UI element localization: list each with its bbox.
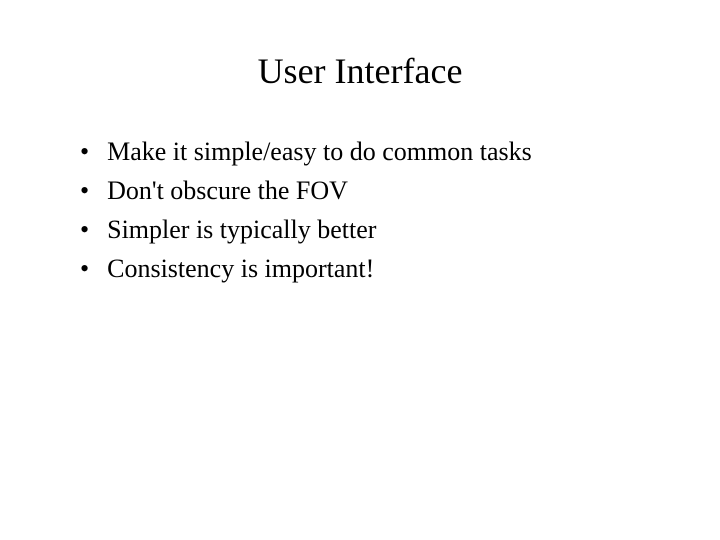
list-item: • Simpler is typically better — [80, 210, 660, 249]
bullet-icon: • — [80, 171, 89, 210]
slide-title: User Interface — [60, 50, 660, 92]
bullet-text: Consistency is important! — [107, 249, 660, 288]
list-item: • Make it simple/easy to do common tasks — [80, 132, 660, 171]
bullet-text: Make it simple/easy to do common tasks — [107, 132, 660, 171]
bullet-icon: • — [80, 132, 89, 171]
list-item: • Consistency is important! — [80, 249, 660, 288]
bullet-icon: • — [80, 249, 89, 288]
bullet-list: • Make it simple/easy to do common tasks… — [60, 132, 660, 288]
bullet-icon: • — [80, 210, 89, 249]
bullet-text: Don't obscure the FOV — [107, 171, 660, 210]
list-item: • Don't obscure the FOV — [80, 171, 660, 210]
bullet-text: Simpler is typically better — [107, 210, 660, 249]
